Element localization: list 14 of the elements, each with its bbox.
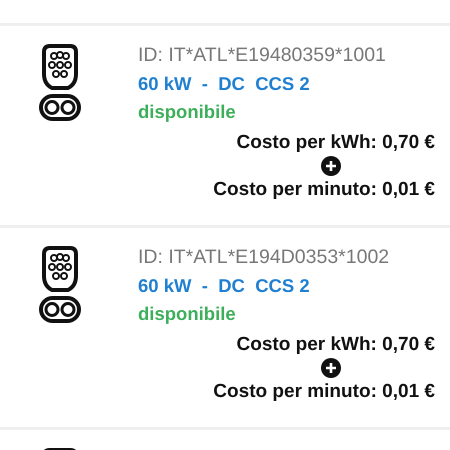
- plus-icon: [321, 156, 342, 176]
- plug-icon: [38, 246, 82, 324]
- cost-text: Costo per minuto: 0,01 €: [213, 380, 435, 404]
- connector-id: ID: IT*ATL*E194D0353*1002: [138, 245, 390, 270]
- status-label: disponibile: [138, 100, 237, 124]
- plug-icon: [38, 44, 82, 122]
- cost-text: Costo per kWh: 0,70 €: [236, 333, 435, 357]
- cost-text: Costo per minuto: 0,01 €: [213, 178, 435, 202]
- plus-icon: [321, 358, 342, 378]
- status-label: disponibile: [138, 302, 237, 326]
- cost-text: Costo per kWh: 0,70 €: [236, 131, 435, 155]
- power-type: 60 kW - DC CCS 2: [138, 72, 311, 96]
- connector-id: ID: IT*ATL*E19480359*1001: [138, 43, 387, 68]
- power-type: 60 kW - DC CCS 2: [138, 274, 311, 298]
